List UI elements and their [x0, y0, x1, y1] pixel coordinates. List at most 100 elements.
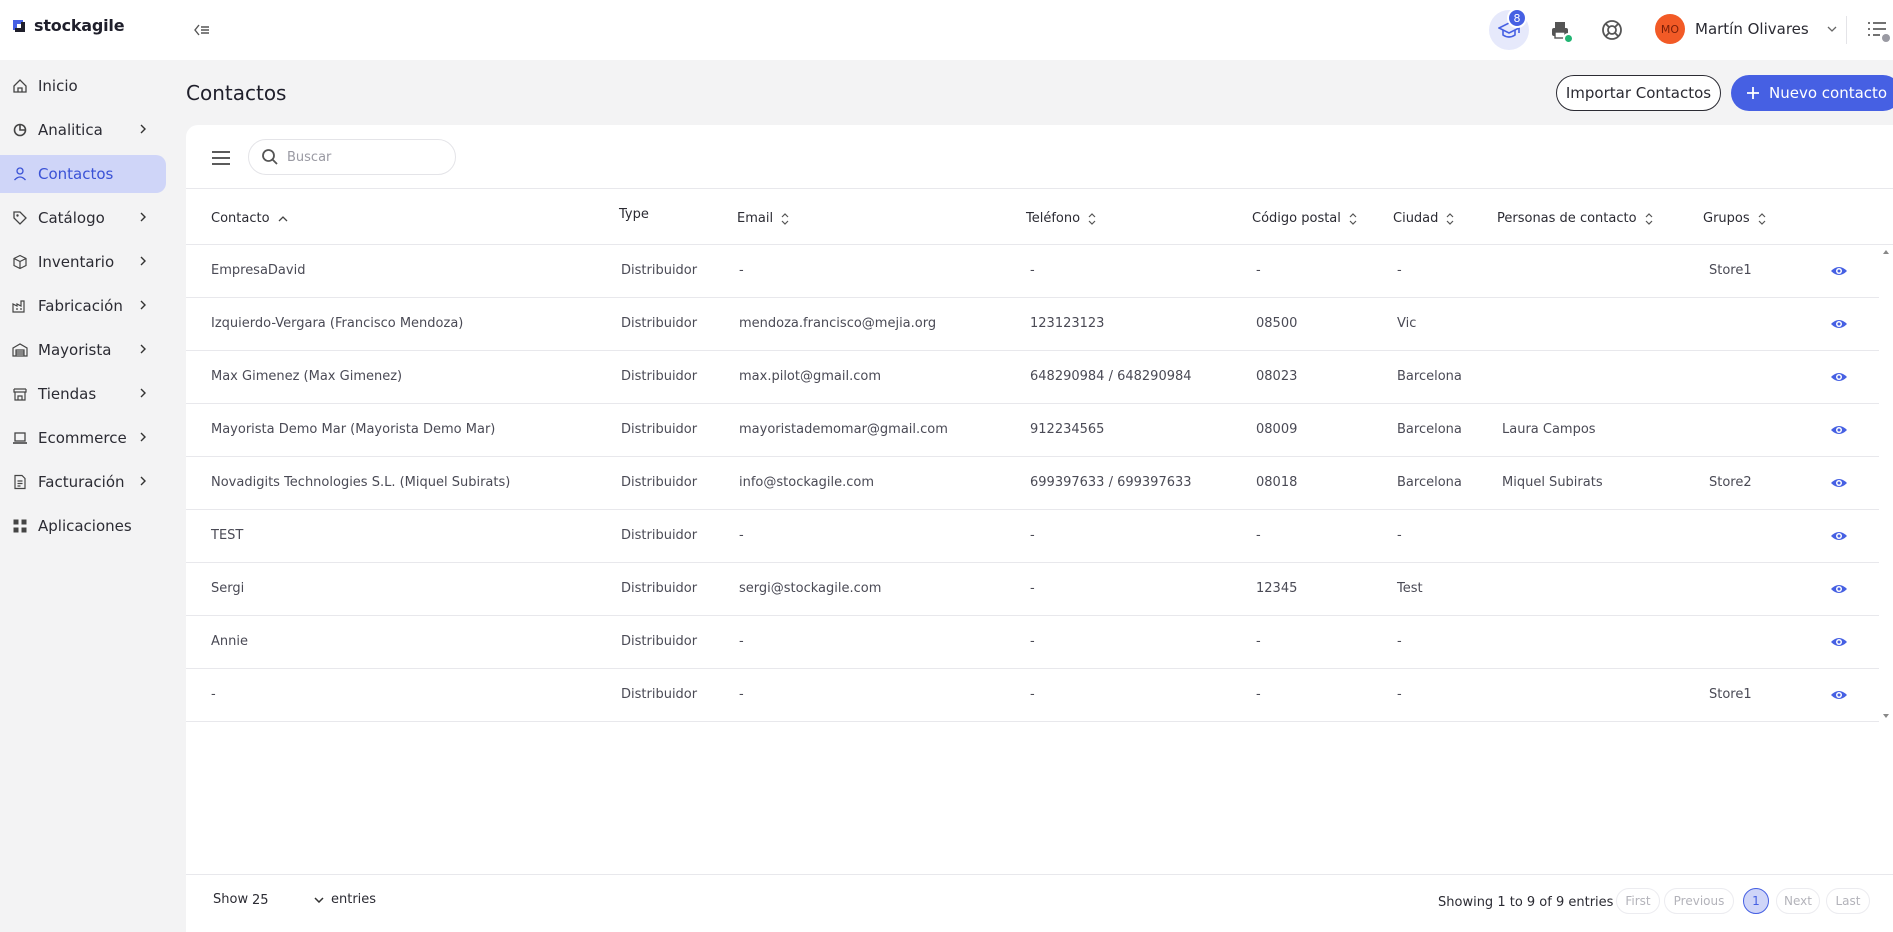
view-eye-icon[interactable] [1830, 686, 1848, 704]
page-size-select[interactable]: 25 [252, 889, 324, 911]
import-contacts-button[interactable]: Importar Contactos [1556, 75, 1721, 111]
table-row[interactable]: Annie Distribuidor - - - - [186, 616, 1879, 669]
tag-icon [12, 210, 28, 226]
cell-telefono: - [1030, 528, 1035, 543]
task-list-button[interactable] [1866, 18, 1890, 42]
cell-ciudad: - [1397, 263, 1402, 278]
column-header-grupos[interactable]: Grupos [1703, 211, 1766, 226]
sort-icon [1645, 212, 1652, 225]
column-header-telefono[interactable]: Teléfono [1026, 211, 1096, 226]
table-row[interactable]: Max Gimenez (Max Gimenez) Distribuidor max… [186, 351, 1879, 404]
sidebar-item-facturacion[interactable]: Facturación [0, 463, 166, 501]
sidebar-item-inventario[interactable]: Inventario [0, 243, 166, 281]
help-button[interactable] [1592, 10, 1632, 50]
sidebar-item-label: Tiendas [38, 385, 97, 403]
sidebar-item-tiendas[interactable]: Tiendas [0, 375, 166, 413]
printer-button[interactable] [1540, 10, 1580, 50]
column-header-contacto[interactable]: Contacto [211, 211, 288, 226]
pagination-next[interactable]: Next [1776, 888, 1820, 914]
sidebar-item-label: Aplicaciones [38, 517, 132, 535]
view-eye-icon[interactable] [1830, 315, 1848, 333]
user-menu[interactable]: MO Martín Olivares [1655, 14, 1837, 44]
chevron-down-icon [1827, 26, 1837, 32]
printer-status-dot [1563, 33, 1574, 44]
view-eye-icon[interactable] [1830, 633, 1848, 651]
table-row[interactable]: EmpresaDavid Distribuidor - - - - Store1 [186, 245, 1879, 298]
pagination-previous[interactable]: Previous [1664, 888, 1734, 914]
table-row[interactable]: - Distribuidor - - - - Store1 [186, 669, 1879, 722]
table-row[interactable]: Mayorista Demo Mar (Mayorista Demo Mar) D… [186, 404, 1879, 457]
cell-personas-de-contacto: Miquel Subirats [1502, 475, 1603, 490]
column-header-label: Ciudad [1393, 211, 1439, 226]
cell-grupos: Store2 [1709, 475, 1752, 490]
logo-text: stockagile [34, 16, 125, 35]
cell-codigo-postal: 08023 [1256, 369, 1298, 384]
sidebar-item-inicio[interactable]: Inicio [0, 67, 166, 105]
view-eye-icon[interactable] [1830, 474, 1848, 492]
sidebar-item-catalogo[interactable]: Catálogo [0, 199, 166, 237]
footer-divider [186, 874, 1893, 875]
view-eye-icon[interactable] [1830, 368, 1848, 386]
cell-type: Distribuidor [621, 634, 698, 649]
view-eye-icon[interactable] [1830, 262, 1848, 280]
sort-icon [781, 212, 789, 225]
table-scrollbar[interactable] [1879, 245, 1893, 723]
column-header-email[interactable]: Email [737, 211, 789, 226]
cell-contacto: TEST [211, 528, 244, 543]
view-eye-icon[interactable] [1830, 580, 1848, 598]
cell-telefono: - [1030, 581, 1035, 596]
sort-icon [1446, 212, 1454, 225]
analytics-icon [12, 122, 28, 138]
sidebar-item-aplicaciones[interactable]: Aplicaciones [0, 507, 166, 545]
search-input[interactable] [287, 149, 437, 165]
sidebar-item-contactos[interactable]: Contactos [0, 155, 166, 193]
new-contact-button[interactable]: Nuevo contacto [1731, 75, 1893, 111]
column-header-personas-de-contacto[interactable]: Personas de contacto [1497, 211, 1653, 226]
view-eye-icon[interactable] [1830, 421, 1848, 439]
collapse-sidebar-button[interactable] [190, 18, 214, 42]
view-eye-icon[interactable] [1830, 527, 1848, 545]
sidebar-item-analitica[interactable]: Analitica [0, 111, 166, 149]
cell-type: Distribuidor [621, 316, 698, 331]
cell-email: - [739, 528, 744, 543]
sidebar-item-label: Facturación [38, 473, 125, 491]
cell-email: mendoza.francisco@mejia.org [739, 316, 937, 331]
pagination-page-1[interactable]: 1 [1743, 888, 1769, 914]
table-row[interactable]: Novadigits Technologies S.L. (Miquel Sub… [186, 457, 1879, 510]
home-icon [12, 78, 28, 94]
sidebar-item-ecommerce[interactable]: Ecommerce [0, 419, 166, 457]
cell-type: Distribuidor [621, 687, 698, 702]
sidebar-item-label: Catálogo [38, 209, 105, 227]
cell-codigo-postal: - [1256, 528, 1261, 543]
column-header-label: Type [619, 207, 649, 222]
sidebar-item-mayorista[interactable]: Mayorista [0, 331, 166, 369]
pagination-last[interactable]: Last [1826, 888, 1870, 914]
plus-icon [1747, 87, 1759, 99]
pagination-first[interactable]: First [1616, 888, 1660, 914]
cell-grupos: Store1 [1709, 687, 1752, 702]
table-row[interactable]: TEST Distribuidor - - - - [186, 510, 1879, 563]
sort-icon [1758, 212, 1766, 225]
table-row[interactable]: Sergi Distribuidor sergi@stockagile.com - 12… [186, 563, 1879, 616]
academy-button[interactable]: 8 [1489, 8, 1529, 50]
cell-contacto: Annie [211, 634, 248, 649]
column-header-codigo-postal[interactable]: Código postal [1252, 211, 1357, 226]
table-row[interactable]: Izquierdo-Vergara (Francisco Mendoza) Dis… [186, 298, 1879, 351]
lifebuoy-icon [1602, 20, 1622, 40]
cell-contacto: Mayorista Demo Mar (Mayorista Demo Mar) [211, 422, 496, 437]
box-icon [12, 254, 28, 270]
cell-ciudad: Barcelona [1397, 369, 1462, 384]
cell-email: sergi@stockagile.com [739, 581, 882, 596]
sidebar-item-label: Inventario [38, 253, 115, 271]
column-header-ciudad[interactable]: Ciudad [1393, 211, 1454, 226]
cell-telefono: - [1030, 634, 1035, 649]
column-menu-button[interactable] [210, 149, 232, 167]
page-title: Contactos [186, 81, 287, 105]
cell-codigo-postal: - [1256, 263, 1261, 278]
sidebar-item-fabricacion[interactable]: Fabricación [0, 287, 166, 325]
sidebar-item-label: Contactos [38, 165, 114, 183]
logo[interactable]: stockagile [10, 16, 125, 35]
column-header-label: Email [737, 211, 774, 226]
column-header-label: Contacto [211, 211, 270, 226]
column-header-type[interactable]: Type [619, 207, 649, 222]
